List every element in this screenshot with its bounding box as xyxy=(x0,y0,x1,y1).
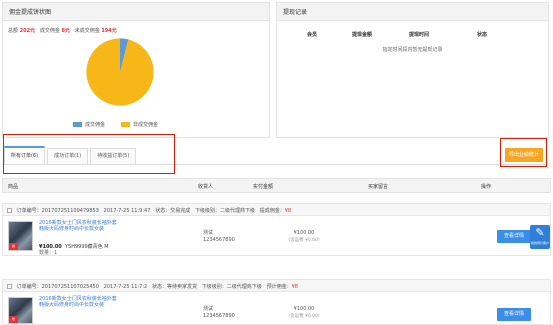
product-thumbnail[interactable]: 抢 xyxy=(8,221,33,251)
commission-pie-chart xyxy=(86,38,154,106)
product-title-link[interactable]: 2016新款女士门风衣秋装长袖外套韩版大码修身时尚中长款女装 xyxy=(39,296,119,308)
legend-item-pending: 非成交佣金 xyxy=(121,121,158,128)
buyer-info: 测试 1234567890 xyxy=(203,306,243,320)
order-commission: ¥8 xyxy=(284,208,292,214)
buyer-name: 测试 xyxy=(203,230,214,236)
legend-item-done: 成交佣金 xyxy=(73,121,105,128)
withdraw-col-amount: 提现金额 xyxy=(352,32,373,38)
order-time: 2017-7-25 11:9:47 xyxy=(103,208,151,214)
order-body: 抢 2016新款女士门风衣秋装长袖外套韩版大码修身时尚中长款女装 测试 1234… xyxy=(2,292,551,325)
paid-amount-value: ¥100.00 xyxy=(293,230,315,236)
highlight-box-export xyxy=(500,138,547,167)
summary-total-label: 总额 xyxy=(8,28,19,34)
summary-done: 8元 xyxy=(61,28,70,34)
order-item: 订单编号：201707251109479853 2017-7-25 11:9:4… xyxy=(2,203,551,256)
paid-amount: ¥100.00 (含运费 ¥0.00) xyxy=(279,230,329,244)
order-status: 状态：交易完成 xyxy=(155,208,191,214)
order-body: 抢 2016新款女士门风衣秋装长袖外套韩版大码修身时尚中长款女装 ¥100.00… xyxy=(2,216,551,256)
order-number: 201707251109479853 xyxy=(41,208,99,214)
commission-panel-title: 佣金提成饼状图 xyxy=(3,3,269,21)
product-sku: YSH9999藏青色 M xyxy=(64,244,109,250)
withdraw-record-panel: 提现记录 会员 提现金额 提现时间 状态 指定时间段内暂无提现记录 xyxy=(276,2,549,138)
paid-amount-value: ¥100.00 xyxy=(293,306,315,312)
paid-amount: ¥100.00 (含运费 ¥0.00) xyxy=(279,306,329,320)
col-receiver: 收货人 xyxy=(198,184,214,190)
legend-label-done: 成交佣金 xyxy=(85,122,106,128)
order-level: 下级级别：二级代理商下级 xyxy=(201,284,262,290)
col-product: 商品 xyxy=(8,184,19,190)
order-number: 201707251107025450 xyxy=(41,284,99,290)
withdraw-col-member: 会员 xyxy=(307,32,318,38)
buyer-phone: 1234567890 xyxy=(203,313,235,319)
product-badge: 抢 xyxy=(9,243,18,250)
order-commission-label: 预计佣金： xyxy=(266,284,292,290)
floating-button-label: 我的预计客户 xyxy=(530,241,549,245)
summary-pending-label: 未成交佣金 xyxy=(74,28,100,34)
summary-pending: 194元 xyxy=(101,28,117,34)
order-info-row: 订单编号：201707251107025450 2017-7-25 11:7:2… xyxy=(2,279,551,292)
summary-done-label: 成交佣金 xyxy=(39,28,60,34)
col-actions: 操作 xyxy=(481,184,492,190)
col-paid-amount: 实付金额 xyxy=(253,184,274,190)
buyer-info: 测试 1234567890 xyxy=(203,230,243,244)
product-thumbnail[interactable]: 抢 xyxy=(8,297,33,324)
withdraw-table-header: 会员 提现金额 提现时间 状态 xyxy=(277,31,548,39)
withdraw-col-status: 状态 xyxy=(477,32,488,38)
shipping-fee-note: (含运费 ¥0.00) xyxy=(288,314,320,319)
order-level: 下级级别：二级代理商下级 xyxy=(194,208,255,214)
pie-slice-pending xyxy=(86,38,154,106)
order-time: 2017-7-25 11:7:2 xyxy=(103,284,148,290)
legend-label-pending: 非成交佣金 xyxy=(133,122,159,128)
summary-total: 202元 xyxy=(19,28,36,34)
order-commission-label: 提成佣金： xyxy=(259,208,285,214)
product-title-link[interactable]: 2016新款女士门风衣秋装长袖外套韩版大码修身时尚中长款女装 xyxy=(39,220,119,232)
product-badge: 抢 xyxy=(9,316,18,323)
commission-summary: 总额 202元 成交佣金 8元 未成交佣金 194元 xyxy=(8,27,117,34)
withdraw-col-time: 提现时间 xyxy=(409,32,430,38)
order-list-header: 商品 收货人 实付金额 买家留言 操作 xyxy=(2,178,551,193)
view-details-button[interactable]: 查看详情 xyxy=(497,230,531,243)
shipping-fee-note: (含运费 ¥0.00) xyxy=(288,238,320,243)
order-no-label: 订单编号： xyxy=(16,284,42,290)
order-item: 订单编号：201707251107025450 2017-7-25 11:7:2… xyxy=(2,279,551,325)
legend-swatch-done xyxy=(73,122,82,127)
order-commission: ¥8 xyxy=(291,284,298,290)
order-status: 状态：等待卖家发货 xyxy=(152,284,198,290)
buyer-phone: 1234567890 xyxy=(203,237,235,243)
product-quantity: 数量：1 xyxy=(39,250,58,256)
order-checkbox[interactable] xyxy=(7,208,12,213)
withdraw-panel-title: 提现记录 xyxy=(277,3,548,21)
order-checkbox[interactable] xyxy=(7,284,12,289)
edit-icon: ✎ xyxy=(535,226,545,239)
col-buyer-message: 买家留言 xyxy=(368,184,389,190)
withdraw-empty-message: 指定时间段内暂无提现记录 xyxy=(382,47,443,53)
order-info-row: 订单编号：201707251109479853 2017-7-25 11:9:4… xyxy=(2,203,551,216)
buyer-name: 测试 xyxy=(203,306,214,312)
floating-customer-button[interactable]: ✎ 我的预计客户 xyxy=(530,225,550,249)
commission-chart-panel: 佣金提成饼状图 总额 202元 成交佣金 8元 未成交佣金 194元 成交佣金 … xyxy=(2,2,270,138)
view-details-button[interactable]: 查看详情 xyxy=(497,308,531,321)
order-no-label: 订单编号： xyxy=(16,208,42,214)
highlight-box-tabs xyxy=(3,134,175,174)
legend-swatch-pending xyxy=(121,122,130,127)
